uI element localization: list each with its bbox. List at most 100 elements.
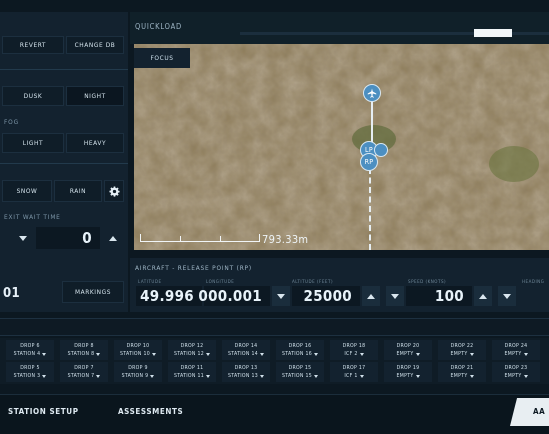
partial-value: 01	[3, 286, 20, 301]
station-label: EMPTY	[396, 373, 414, 379]
speed-increment[interactable]	[474, 286, 492, 306]
drop-station-select[interactable]: DROP 15 STATION 15	[276, 362, 324, 382]
latitude-field[interactable]: 49.996	[136, 286, 202, 306]
terrain-image	[134, 44, 549, 250]
divider	[0, 69, 128, 70]
night-button[interactable]: NIGHT	[66, 86, 124, 106]
weather-settings-button[interactable]	[104, 180, 124, 202]
light-fog-button[interactable]: LIGHT	[2, 133, 64, 153]
drop-station-select[interactable]: DROP 17 ICF 1	[330, 362, 378, 382]
drop-station-select[interactable]: DROP 23 EMPTY	[492, 362, 540, 382]
tab-assessments[interactable]: ASSESSMENTS	[118, 407, 183, 416]
quickload-bar	[130, 12, 549, 44]
map-scale-label: 793.33m	[262, 233, 309, 246]
flight-path-dashed	[369, 168, 371, 250]
exit-wait-increment[interactable]	[104, 229, 122, 247]
drop-station-select[interactable]: DROP 12 STATION 12	[168, 340, 216, 360]
drop-station-select[interactable]: DROP 18 ICF 2	[330, 340, 378, 360]
plane-icon	[367, 88, 377, 98]
drop-station-select[interactable]: DROP 21 EMPTY	[438, 362, 486, 382]
map-view[interactable]	[134, 44, 549, 250]
station-label: EMPTY	[450, 373, 468, 379]
chevron-down-icon	[359, 374, 364, 378]
revert-button[interactable]: REVERT	[2, 36, 64, 54]
drop-label: DROP 14	[234, 343, 258, 349]
drop-station-select[interactable]: DROP 8 STATION 8	[60, 340, 108, 360]
drop-label: DROP 8	[74, 343, 94, 349]
drop-label: DROP 15	[288, 365, 312, 371]
drop-station-select[interactable]: DROP 9 STATION 9	[114, 362, 162, 382]
flight-path-line	[371, 95, 373, 147]
rp-marker[interactable]: RP	[360, 153, 378, 171]
station-label: STATION 3	[13, 373, 41, 379]
drop-label: DROP 21	[450, 365, 474, 371]
snow-button[interactable]: SNOW	[2, 180, 52, 202]
station-label: EMPTY	[504, 373, 522, 379]
drop-station-select[interactable]: DROP 11 STATION 11	[168, 362, 216, 382]
dusk-button[interactable]: DUSK	[2, 86, 64, 106]
altitude-increment[interactable]	[362, 286, 380, 306]
drop-station-select[interactable]: DROP 16 STATION 16	[276, 340, 324, 360]
station-value: EMPTY	[451, 372, 474, 380]
speed-decrement[interactable]	[386, 286, 404, 306]
quickload-slider-thumb[interactable]	[474, 29, 512, 37]
station-value: STATION 8	[68, 350, 101, 358]
station-label: STATION 9	[121, 373, 149, 379]
station-value: STATION 4	[14, 350, 47, 358]
chevron-down-icon	[42, 374, 47, 378]
rain-button[interactable]: RAIN	[54, 180, 102, 202]
heading-decrement[interactable]	[498, 286, 516, 306]
heavy-fog-button[interactable]: HEAVY	[66, 133, 124, 153]
tab-station-setup[interactable]: STATION SETUP	[8, 407, 79, 416]
drop-station-select[interactable]: DROP 6 STATION 4	[6, 340, 54, 360]
longitude-dropdown[interactable]	[272, 286, 290, 306]
chevron-down-icon	[96, 374, 101, 378]
drop-station-select[interactable]: DROP 13 STATION 13	[222, 362, 270, 382]
chevron-down-icon	[314, 374, 318, 378]
longitude-field[interactable]: 000.001	[198, 286, 270, 306]
station-value: STATION 9	[122, 372, 155, 380]
drop-station-select[interactable]: DROP 10 STATION 10	[114, 340, 162, 360]
drop-station-select[interactable]: DROP 14 STATION 14	[222, 340, 270, 360]
change-db-button[interactable]: CHANGE DB	[66, 36, 124, 54]
exit-wait-decrement[interactable]	[14, 229, 32, 247]
station-value: STATION 12	[174, 350, 210, 358]
waypoint-marker[interactable]	[374, 143, 388, 157]
speed-field[interactable]: 100	[406, 286, 472, 306]
chevron-down-icon	[415, 374, 420, 378]
station-value: EMPTY	[505, 372, 528, 380]
exit-wait-time-field[interactable]: 0	[36, 227, 100, 249]
drop-label: DROP 6	[20, 343, 40, 349]
station-label: STATION 15	[281, 373, 312, 379]
drop-station-select[interactable]: DROP 22 EMPTY	[438, 340, 486, 360]
chevron-down-icon	[523, 352, 528, 356]
drop-station-select[interactable]: DROP 24 EMPTY	[492, 340, 540, 360]
focus-button[interactable]: FOCUS	[134, 48, 190, 68]
drop-station-select[interactable]: DROP 5 STATION 3	[6, 362, 54, 382]
markings-button[interactable]: MARKINGS	[62, 281, 124, 303]
chevron-up-icon	[479, 293, 487, 299]
divider	[0, 318, 549, 336]
release-point-title: AIRCRAFT - RELEASE POINT (RP)	[135, 264, 252, 272]
drop-label: DROP 7	[74, 365, 94, 371]
chevron-down-icon	[523, 374, 528, 378]
quickload-label: QUICKLOAD	[135, 22, 183, 31]
drop-label: DROP 23	[504, 365, 528, 371]
aircraft-marker[interactable]	[363, 84, 381, 102]
station-label: STATION 13	[227, 373, 258, 379]
drop-label: DROP 5	[20, 365, 40, 371]
altitude-field[interactable]: 25000	[292, 286, 360, 306]
drop-station-select[interactable]: DROP 7 STATION 7	[60, 362, 108, 382]
station-value: STATION 14	[228, 350, 264, 358]
chevron-down-icon	[152, 352, 156, 356]
chevron-down-icon	[314, 352, 318, 356]
station-label: STATION 7	[67, 373, 95, 379]
tab-right-partial-label: AA	[533, 407, 546, 416]
station-value: STATION 3	[14, 372, 47, 380]
station-value: STATION 16	[282, 350, 318, 358]
station-value: STATION 11	[174, 372, 210, 380]
drop-station-select[interactable]: DROP 19 EMPTY	[384, 362, 432, 382]
map-scale-tick	[180, 236, 181, 242]
drop-station-select[interactable]: DROP 20 EMPTY	[384, 340, 432, 360]
gear-icon	[108, 186, 120, 197]
